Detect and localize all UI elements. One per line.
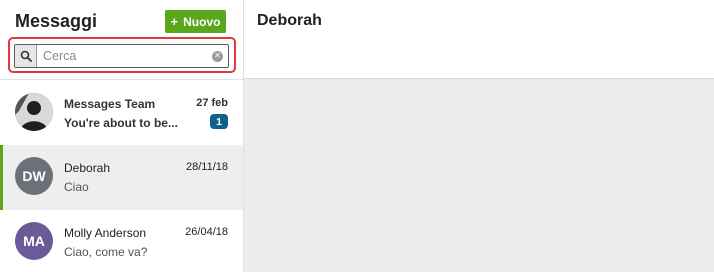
search-input[interactable] bbox=[37, 45, 212, 67]
search-field[interactable]: ✕ bbox=[14, 44, 229, 68]
clear-search-icon[interactable]: ✕ bbox=[212, 50, 223, 62]
conversation-preview: Ciao bbox=[64, 180, 89, 194]
conversation-title: Deborah bbox=[257, 12, 322, 29]
avatar bbox=[15, 93, 53, 131]
conversation-item-deborah[interactable]: DW Deborah 28/11/18 Ciao bbox=[0, 145, 243, 210]
new-message-label: Nuovo bbox=[183, 14, 221, 29]
unread-count-badge: 1 bbox=[210, 114, 228, 129]
sidebar-title: Messaggi bbox=[15, 11, 98, 31]
conversation-name: Deborah bbox=[64, 161, 111, 175]
new-message-button[interactable]: + Nuovo bbox=[165, 10, 226, 33]
conversation-name: Messages Team bbox=[64, 97, 156, 111]
conversation-date: 27 feb bbox=[196, 97, 228, 109]
conversation-item-molly-anderson[interactable]: MA Molly Anderson 26/04/18 Ciao, come va… bbox=[0, 210, 243, 272]
search-icon[interactable] bbox=[15, 45, 37, 67]
avatar: DW bbox=[15, 157, 53, 195]
conversation-item-messages-team[interactable]: Messages Team 27 feb You're about to be.… bbox=[0, 81, 243, 146]
conversation-name: Molly Anderson bbox=[64, 226, 147, 240]
conversation-preview: You're about to be... bbox=[64, 116, 178, 130]
conversation-header: Deborah bbox=[244, 0, 714, 79]
conversation-date: 28/11/18 bbox=[185, 161, 228, 173]
conversation-date: 26/04/18 bbox=[185, 226, 228, 238]
messaging-app: Messaggi + Nuovo ✕ bbox=[0, 0, 714, 272]
avatar: MA bbox=[15, 222, 53, 260]
plus-icon: + bbox=[170, 14, 179, 29]
conversation-sidebar: Messaggi + Nuovo ✕ bbox=[0, 0, 244, 272]
conversation-panel: Deborah bbox=[244, 0, 714, 272]
conversation-preview: Ciao, come va? bbox=[64, 245, 148, 259]
sidebar-header: Messaggi + Nuovo ✕ bbox=[0, 0, 244, 80]
